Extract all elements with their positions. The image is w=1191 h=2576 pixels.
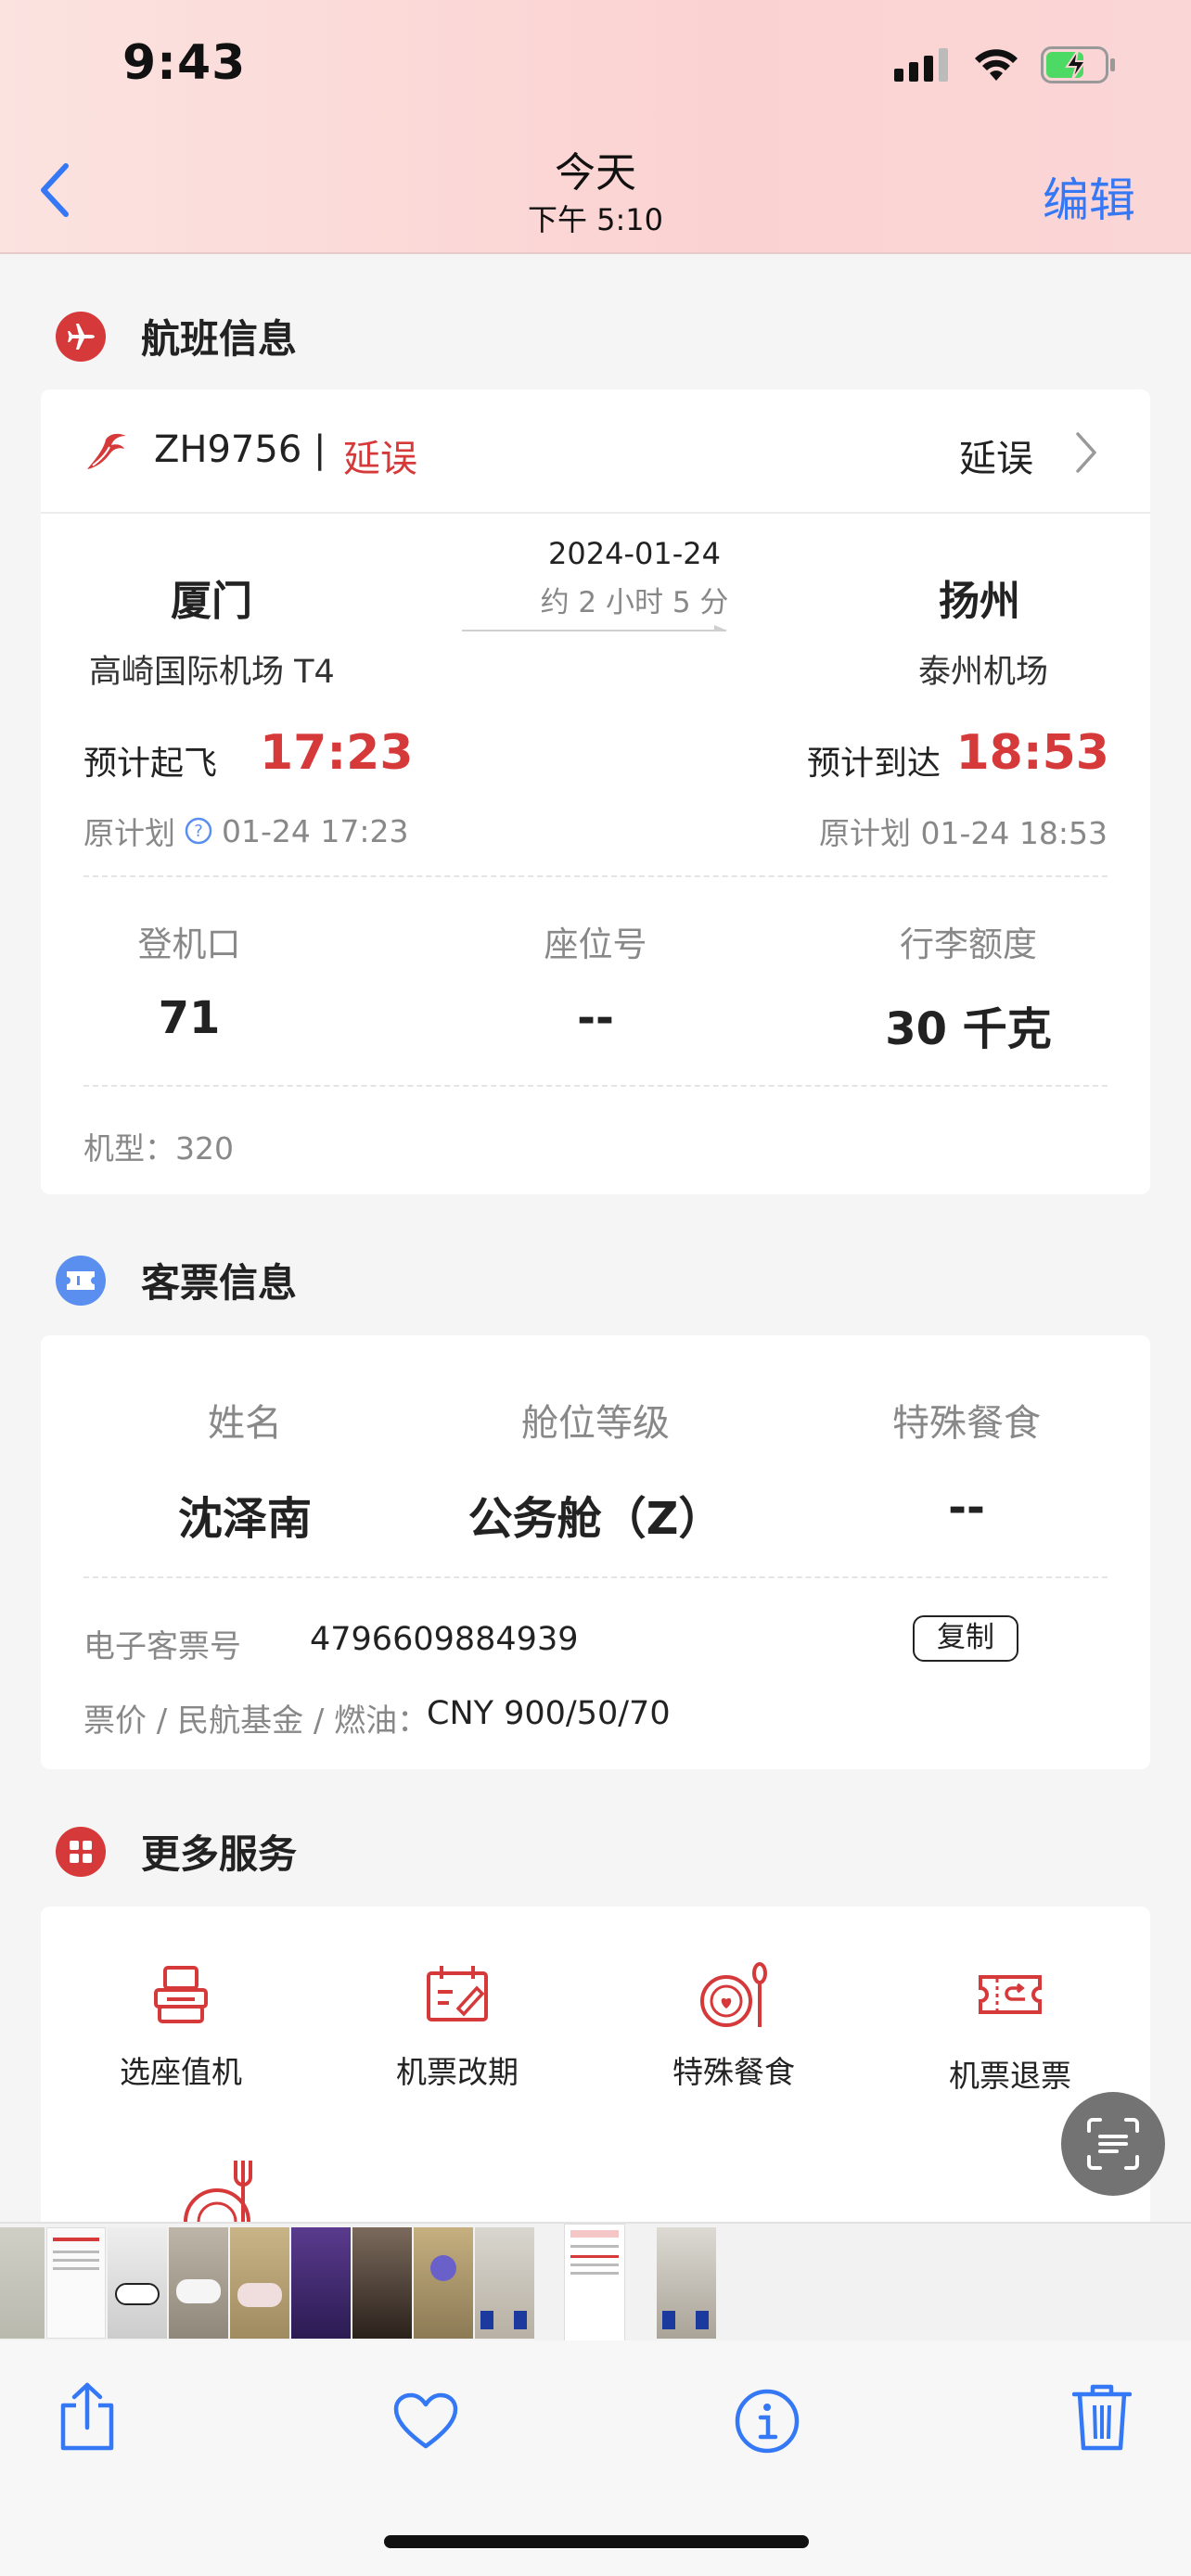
service-label: 特殊餐食 [672, 2054, 795, 2090]
thumbnail[interactable] [291, 2227, 351, 2339]
departure-airport: 高崎国际机场 T4 [89, 654, 335, 691]
help-icon[interactable]: ? [185, 817, 212, 845]
gate-value: 71 [158, 992, 221, 1044]
photo-viewer-screen: 9:43 今天 下午 5:10 编辑 航班信息 ZH9756 | 延误 延误 厦… [0, 0, 1191, 2576]
route-arrow-icon [462, 625, 727, 631]
live-text-icon [1087, 2118, 1139, 2170]
flight-card-header[interactable]: ZH9756 | 延误 延误 [41, 389, 1150, 514]
special-meal-label: 特殊餐食 [892, 1402, 1041, 1445]
ticket-section-header: 客票信息 [56, 1252, 297, 1308]
copy-button[interactable]: 复制 [913, 1615, 1018, 1662]
seat-value: -- [577, 992, 614, 1044]
edit-button[interactable]: 编辑 [1043, 163, 1135, 230]
departure-plan-label: 原计划 [83, 815, 175, 851]
thumbnail[interactable] [0, 2227, 45, 2339]
thumbnail[interactable] [46, 2227, 106, 2339]
service-special-meal[interactable]: 特殊餐食 [636, 1962, 831, 2101]
svg-text:?: ? [194, 822, 203, 841]
thumbnail[interactable] [657, 2227, 716, 2339]
seat-icon [154, 1966, 208, 2023]
flight-date: 2024-01-24 [548, 536, 721, 571]
services-card: 选座值机 机票改期 特殊餐食 机票退票 [41, 1906, 1150, 2259]
price-label: 票价 / 民航基金 / 燃油： [83, 1702, 429, 1740]
thumbnail[interactable] [352, 2227, 412, 2339]
status-time: 9:43 [122, 35, 247, 91]
arrival-airport: 泰州机场 [917, 654, 1048, 691]
departure-time: 17:23 [260, 725, 414, 781]
nav-subtitle: 下午 5:10 [527, 202, 664, 237]
divider [83, 1085, 1108, 1087]
services-section-header: 更多服务 [56, 1823, 297, 1880]
info-icon[interactable] [735, 2389, 800, 2454]
battery-charging-icon [1041, 46, 1115, 83]
thumbnail[interactable] [169, 2227, 228, 2339]
eticket-label: 电子客票号 [83, 1628, 241, 1665]
departure-plan: 原计划 ? 01-24 17:23 [83, 809, 408, 853]
departure-plan-time: 01-24 17:23 [222, 812, 409, 849]
seat-label: 座位号 [544, 925, 647, 964]
flight-section-title: 航班信息 [141, 316, 298, 362]
status-icons [894, 46, 1117, 83]
special-meal-value: -- [948, 1482, 985, 1534]
flight-status-inline: 延误 [343, 438, 417, 480]
service-label: 机票退票 [949, 2058, 1071, 2094]
meal-plate-fork-icon[interactable] [145, 2157, 256, 2222]
share-icon[interactable] [58, 2381, 117, 2452]
arrival-plan: 原计划 01-24 18:53 [819, 815, 1108, 851]
arrival-time: 18:53 [955, 725, 1109, 781]
passenger-name-label: 姓名 [208, 1402, 282, 1445]
ticket-card: 姓名 沈泽南 舱位等级 公务舱（Z） 特殊餐食 -- 电子客票号 4796609… [41, 1335, 1150, 1769]
nav-header: 9:43 今天 下午 5:10 编辑 [0, 0, 1191, 254]
cabin-class-label: 舱位等级 [521, 1402, 670, 1445]
divider [83, 1576, 1108, 1578]
eticket-number: 4796609884939 [310, 1621, 579, 1658]
arrival-city: 扬州 [939, 578, 1020, 625]
aircraft-type: 机型：320 [83, 1130, 234, 1167]
service-refund[interactable]: 机票退票 [913, 1962, 1108, 2101]
passenger-name: 沈泽南 [177, 1493, 312, 1545]
departure-label: 预计起飞 [83, 745, 218, 783]
meal-icon [700, 1962, 767, 2027]
home-indicator [384, 2535, 809, 2548]
arrival-label: 预计到达 [806, 745, 941, 783]
cellular-signal-icon [894, 48, 948, 82]
flight-number: ZH9756 | [154, 428, 327, 471]
service-seat-checkin[interactable]: 选座值机 [83, 1962, 278, 2101]
thumbnail[interactable] [108, 2227, 167, 2339]
divider [83, 875, 1108, 877]
chevron-right-icon [1076, 432, 1096, 473]
thumbnail[interactable] [475, 2227, 534, 2339]
flight-duration: 约 2 小时 5 分 [540, 586, 729, 619]
thumbnail[interactable] [230, 2227, 289, 2339]
thumbnail-strip [0, 2222, 1191, 2342]
baggage-value: 30 千克 [885, 1003, 1052, 1055]
nav-title: 今天 [555, 149, 636, 197]
reschedule-icon [427, 1966, 488, 2021]
service-label: 机票改期 [396, 2054, 519, 2090]
thumbnail-current[interactable] [564, 2224, 625, 2342]
service-reschedule[interactable]: 机票改期 [360, 1962, 555, 2101]
flight-section-header: 航班信息 [56, 308, 297, 364]
refund-ticket-icon [979, 1975, 1042, 2014]
cabin-class-value: 公务舱（Z） [467, 1493, 724, 1545]
departure-city: 厦门 [171, 578, 252, 625]
service-label: 选座值机 [120, 2054, 242, 2090]
grid-icon [56, 1826, 106, 1877]
gate-label: 登机口 [137, 925, 241, 964]
trash-icon[interactable] [1072, 2383, 1132, 2452]
ticket-section-title: 客票信息 [141, 1260, 298, 1306]
ticket-icon [56, 1255, 106, 1306]
wifi-icon [975, 49, 1018, 81]
baggage-label: 行李额度 [900, 925, 1037, 964]
price-value: CNY 900/50/70 [427, 1695, 671, 1732]
airline-logo-icon [87, 433, 126, 469]
services-section-title: 更多服务 [141, 1831, 298, 1877]
live-text-button[interactable] [1061, 2092, 1165, 2196]
flight-status-detail: 延误 [959, 438, 1033, 480]
thumbnail[interactable] [414, 2227, 473, 2339]
airplane-icon [56, 311, 106, 362]
favorite-heart-icon[interactable] [393, 2392, 458, 2450]
flight-card: ZH9756 | 延误 延误 厦门 高崎国际机场 T4 2024-01-24 约… [41, 389, 1150, 1194]
